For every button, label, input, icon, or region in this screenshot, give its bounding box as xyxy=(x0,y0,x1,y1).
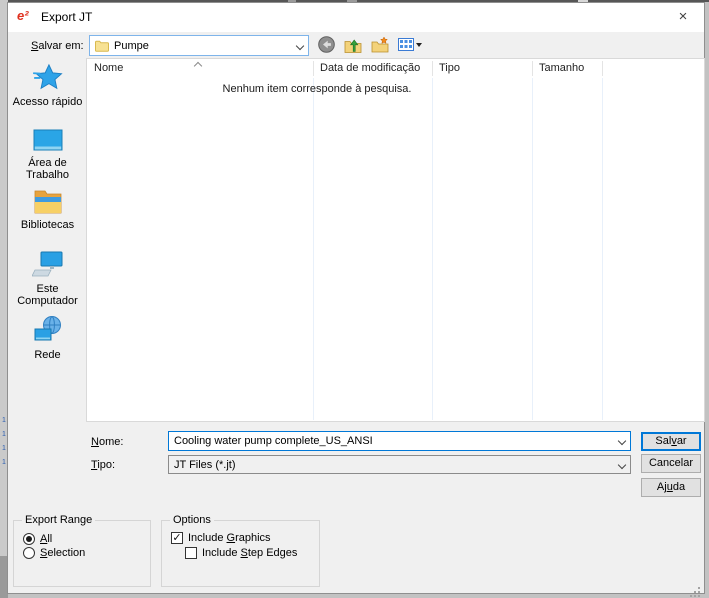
view-menu-icon xyxy=(398,38,414,51)
sidebar-item-label: Bibliotecas xyxy=(9,219,86,231)
folder-icon xyxy=(95,40,109,52)
desktop-icon xyxy=(33,129,63,152)
chevron-down-icon[interactable] xyxy=(618,437,626,445)
chevron-down-icon xyxy=(296,41,304,49)
dialog-toolbar xyxy=(318,36,422,53)
column-header-name[interactable]: Nome xyxy=(87,59,313,78)
checkbox-checked-icon: ✓ xyxy=(171,532,183,544)
this-pc-icon xyxy=(32,250,64,278)
screen: 1 1 1 1 e² Export JT × Salvar em: Pumpe xyxy=(0,0,709,598)
file-name-label: Nome: xyxy=(91,436,123,448)
sort-ascending-icon xyxy=(194,62,202,70)
export-jt-dialog: e² Export JT × Salvar em: Pumpe xyxy=(7,2,705,594)
sidebar-item-label: Área de Trabalho xyxy=(9,157,86,181)
sidebar-item-label: Rede xyxy=(9,349,86,361)
create-new-folder-button[interactable] xyxy=(371,37,389,53)
file-type-label: Tipo: xyxy=(91,459,115,471)
export-range-group: Export Range All Selection xyxy=(13,520,151,587)
radio-all[interactable]: All xyxy=(23,533,52,545)
quick-access-icon xyxy=(33,63,63,91)
column-gridline xyxy=(313,78,314,420)
save-in-label: Salvar em: xyxy=(31,40,84,52)
network-icon xyxy=(33,315,63,344)
checkbox-label: Include Step Edges xyxy=(202,547,297,559)
column-header-date-modified[interactable]: Data de modificação xyxy=(313,59,432,78)
file-name-combobox xyxy=(168,431,631,451)
close-icon[interactable]: × xyxy=(662,3,704,32)
sidebar-item-label: Este Computador xyxy=(9,283,86,307)
column-gridline xyxy=(602,78,603,420)
sidebar-item-libraries[interactable]: Bibliotecas xyxy=(9,188,86,231)
sidebar-item-quick-access[interactable]: Acesso rápido xyxy=(9,63,86,108)
save-in-combobox[interactable]: Pumpe xyxy=(89,35,309,56)
back-arrow-icon xyxy=(318,36,335,53)
save-in-value: Pumpe xyxy=(114,40,149,52)
empty-folder-message: Nenhum item corresponde à pesquisa. xyxy=(87,83,547,95)
radio-label: Selection xyxy=(40,547,85,559)
file-name-input[interactable] xyxy=(174,435,614,447)
cancel-button[interactable]: Cancelar xyxy=(641,454,701,473)
resize-grip[interactable] xyxy=(698,587,700,589)
radio-button-icon xyxy=(23,533,35,545)
radio-button-icon xyxy=(23,547,35,559)
options-group: Options ✓ Include Graphics Include Step … xyxy=(161,520,320,587)
libraries-icon xyxy=(33,188,63,214)
help-button[interactable]: Ajuda xyxy=(641,478,701,497)
checkbox-include-graphics[interactable]: ✓ Include Graphics xyxy=(171,532,271,544)
checkbox-unchecked-icon xyxy=(185,547,197,559)
sidebar-item-desktop[interactable]: Área de Trabalho xyxy=(9,129,86,181)
dropdown-caret-icon xyxy=(416,43,422,47)
save-button[interactable]: Salvar xyxy=(641,432,701,451)
title-bar[interactable]: e² Export JT × xyxy=(8,3,704,32)
column-gridline xyxy=(432,78,433,420)
new-folder-icon xyxy=(371,37,389,53)
column-header-size[interactable]: Tamanho xyxy=(532,59,602,78)
go-to-last-folder-button[interactable] xyxy=(318,36,335,53)
app-logo-icon: e² xyxy=(17,8,29,23)
radio-label: All xyxy=(40,533,52,545)
file-type-combobox[interactable]: JT Files (*.jt) xyxy=(168,455,631,474)
up-one-level-button[interactable] xyxy=(344,37,362,53)
chevron-down-icon xyxy=(618,460,626,468)
options-group-title: Options xyxy=(170,514,214,526)
file-list: Nome Data de modificação Tipo Tamanho Ne… xyxy=(86,58,705,422)
column-separator xyxy=(602,61,603,76)
sidebar-item-this-pc[interactable]: Este Computador xyxy=(9,250,86,307)
file-type-value: JT Files (*.jt) xyxy=(174,459,236,471)
checkbox-include-step-edges[interactable]: Include Step Edges xyxy=(185,547,297,559)
sidebar-item-network[interactable]: Rede xyxy=(9,315,86,361)
up-folder-icon xyxy=(344,37,362,53)
export-range-group-title: Export Range xyxy=(22,514,95,526)
view-menu-button[interactable] xyxy=(398,38,422,51)
sidebar-item-label: Acesso rápido xyxy=(9,96,86,108)
window-title: Export JT xyxy=(41,3,92,32)
column-gridline xyxy=(532,78,533,420)
column-header-type[interactable]: Tipo xyxy=(432,59,532,78)
radio-selection[interactable]: Selection xyxy=(23,547,85,559)
checkbox-label: Include Graphics xyxy=(188,532,271,544)
